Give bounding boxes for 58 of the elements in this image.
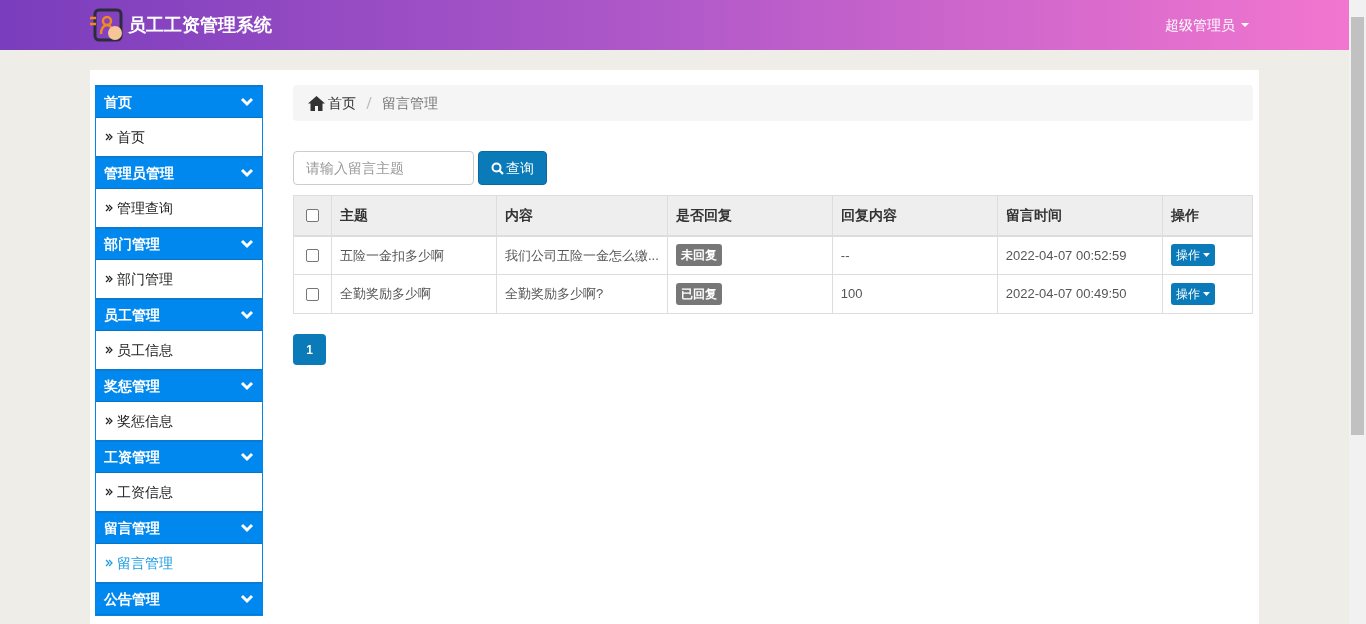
table-header-cell: 回复内容 <box>832 195 998 236</box>
table-cell: 五险一金扣多少啊 <box>331 235 497 275</box>
status-badge: 未回复 <box>675 244 722 267</box>
double-chevron-right-icon <box>105 417 113 425</box>
table-cell: -- <box>832 235 998 275</box>
chevron-down-icon <box>240 97 254 107</box>
table-cell: 2022-04-07 00:52:59 <box>997 235 1163 275</box>
double-chevron-right-icon <box>105 133 113 141</box>
action-dropdown-button[interactable]: 操作 <box>1170 283 1215 305</box>
action-dropdown-button[interactable]: 操作 <box>1170 244 1215 267</box>
sidebar-group-header[interactable]: 部门管理 <box>96 229 262 260</box>
chevron-down-icon <box>240 310 254 320</box>
search-button[interactable]: 查询 <box>478 151 547 185</box>
checkbox[interactable] <box>306 287 319 301</box>
caret-icon <box>1241 22 1249 28</box>
table-cell: 2022-04-07 00:49:50 <box>997 274 1163 314</box>
page-button[interactable]: 1 <box>293 334 326 365</box>
table-header-cell: 主题 <box>331 195 497 236</box>
checkbox[interactable] <box>306 208 319 222</box>
search-icon <box>491 161 504 175</box>
table-cell: 100 <box>832 274 998 314</box>
sidebar-group-header[interactable]: 奖惩管理 <box>96 371 262 402</box>
double-chevron-right-icon <box>105 346 113 354</box>
chevron-down-icon <box>240 523 254 533</box>
status-badge: 已回复 <box>675 283 722 305</box>
double-chevron-right-icon <box>105 559 113 567</box>
caret-icon <box>1202 253 1210 258</box>
search-field[interactable]: 请输入留言主题 <box>293 151 474 185</box>
table-header-cell: 是否回复 <box>667 195 833 236</box>
chevron-down-icon <box>240 168 254 178</box>
table-cell: 全勤奖励多少啊? <box>496 274 668 314</box>
logo-icon <box>90 8 126 42</box>
chevron-down-icon <box>240 381 254 391</box>
sidebar-group-header[interactable]: 管理员管理 <box>96 158 262 189</box>
app-title: 员工工资管理系统 <box>128 13 272 37</box>
home-icon <box>308 95 325 111</box>
chevron-down-icon <box>240 239 254 249</box>
sidebar-group-header[interactable]: 公告管理 <box>96 584 262 615</box>
sidebar-group-header[interactable]: 工资管理 <box>96 442 262 473</box>
slash-separator-icon <box>366 97 372 109</box>
table-header-cell: 内容 <box>496 195 668 236</box>
sidebar-group-header[interactable]: 员工管理 <box>96 300 262 331</box>
table-cell: 全勤奖励多少啊 <box>331 274 497 314</box>
chevron-down-icon <box>240 594 254 604</box>
table-header-cell: 留言时间 <box>997 195 1163 236</box>
user-menu[interactable]: 超级管理员 <box>1165 14 1249 36</box>
breadcrumb-link[interactable]: 首页 <box>328 92 356 114</box>
breadcrumb-link[interactable]: 留言管理 <box>382 92 438 114</box>
double-chevron-right-icon <box>105 204 113 212</box>
table-header-cell: 操作 <box>1162 195 1253 236</box>
caret-icon <box>1202 292 1210 296</box>
table-cell: 我们公司五险一金怎么缴... <box>496 235 668 275</box>
double-chevron-right-icon <box>105 488 113 496</box>
chevron-down-icon <box>240 452 254 462</box>
double-chevron-right-icon <box>105 275 113 283</box>
sidebar-group-header[interactable]: 留言管理 <box>96 513 262 544</box>
checkbox[interactable] <box>306 248 319 262</box>
sidebar-group-header[interactable]: 首页 <box>96 87 262 118</box>
